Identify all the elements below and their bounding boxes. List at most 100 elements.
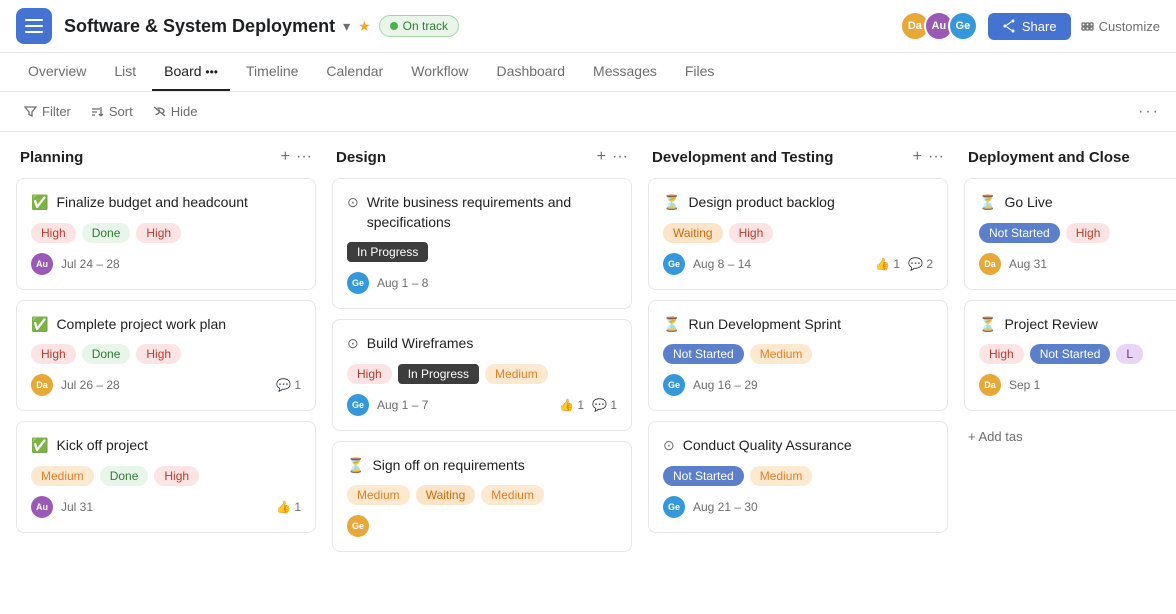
card-finalize-budget[interactable]: ✅ Finalize budget and headcount High Don…	[16, 178, 316, 290]
card-meta: Ge Aug 1 – 7	[347, 394, 428, 416]
sort-button[interactable]: Sort	[83, 100, 141, 123]
card-title: ⏳ Design product backlog	[663, 193, 933, 213]
card-date: Jul 26 – 28	[61, 378, 120, 392]
card-build-wireframes[interactable]: ⊙ Build Wireframes High In Progress Medi…	[332, 319, 632, 431]
card-interactions: 👍 1 💬 1	[559, 398, 617, 412]
nav-calendar[interactable]: Calendar	[314, 53, 395, 91]
more-column-design-icon[interactable]: ···	[612, 148, 628, 166]
card-meta: Au Jul 31	[31, 496, 93, 518]
card-run-dev-sprint[interactable]: ⏳ Run Development Sprint Not Started Med…	[648, 300, 948, 412]
card-meta: Au Jul 24 – 28	[31, 253, 120, 275]
customize-button[interactable]: Customize	[1081, 19, 1160, 34]
tag-medium: Medium	[750, 466, 813, 486]
tag-high: High	[979, 344, 1024, 364]
card-project-review[interactable]: ⏳ Project Review High Not Started L Da S…	[964, 300, 1176, 412]
card-date: Aug 31	[1009, 257, 1047, 271]
card-title: ⏳ Run Development Sprint	[663, 315, 933, 335]
card-design-product-backlog[interactable]: ⏳ Design product backlog Waiting High Ge…	[648, 178, 948, 290]
card-meta: Ge Aug 8 – 14	[663, 253, 751, 275]
nav-dashboard[interactable]: Dashboard	[485, 53, 578, 91]
chevron-down-icon[interactable]: ▾	[343, 18, 350, 35]
status-badge[interactable]: On track	[379, 15, 459, 37]
tag-waiting: Waiting	[416, 485, 476, 505]
avatar: Ge	[347, 394, 369, 416]
check-circle-icon: ✅	[31, 315, 48, 335]
hide-button[interactable]: Hide	[145, 100, 206, 123]
comment-count: 💬 2	[908, 257, 933, 271]
add-column-dev-icon[interactable]: +	[913, 148, 922, 166]
hourglass-icon: ⏳	[663, 315, 680, 335]
card-title: ⊙ Build Wireframes	[347, 334, 617, 354]
project-title: Software & System Deployment	[64, 16, 335, 37]
card-meta: Ge	[347, 515, 369, 537]
avatar: Au	[31, 496, 53, 518]
tag-high: High	[347, 364, 392, 384]
card-interactions: 👍 1 💬 2	[875, 257, 933, 271]
add-column-design-icon[interactable]: +	[597, 148, 606, 166]
nav-workflow[interactable]: Workflow	[399, 53, 480, 91]
avatar: Ge	[347, 515, 369, 537]
card-meta: Ge Aug 16 – 29	[663, 374, 758, 396]
column-title-deployment: Deployment and Close	[968, 149, 1130, 166]
more-column-dev-icon[interactable]: ···	[928, 148, 944, 166]
avatar: Ge	[663, 496, 685, 518]
card-meta: Ge Aug 21 – 30	[663, 496, 758, 518]
star-icon[interactable]: ★	[358, 18, 371, 35]
card-go-live[interactable]: ⏳ Go Live Not Started High Da Aug 31	[964, 178, 1176, 290]
menu-button[interactable]	[16, 8, 52, 44]
filter-label: Filter	[42, 104, 71, 119]
filter-button[interactable]: Filter	[16, 100, 79, 123]
card-sign-off-requirements[interactable]: ⏳ Sign off on requirements Medium Waitin…	[332, 441, 632, 553]
tag-medium: Medium	[347, 485, 410, 505]
circle-check-icon: ⊙	[663, 436, 675, 456]
nav-board[interactable]: Board •••	[152, 53, 230, 91]
nav-list[interactable]: List	[102, 53, 148, 91]
card-complete-work-plan[interactable]: ✅ Complete project work plan High Done H…	[16, 300, 316, 412]
nav-timeline[interactable]: Timeline	[234, 53, 310, 91]
tag-high: High	[729, 223, 774, 243]
avatar: Au	[31, 253, 53, 275]
hide-label: Hide	[171, 104, 198, 119]
column-header-dev: Development and Testing + ···	[648, 148, 948, 166]
add-task-button[interactable]: + Add tas	[964, 421, 1176, 452]
board-more-icon[interactable]: •••	[205, 65, 218, 79]
card-tags: High Not Started L	[979, 344, 1176, 364]
card-title: ✅ Complete project work plan	[31, 315, 301, 335]
card-date: Jul 24 – 28	[61, 257, 120, 271]
tag-high: High	[31, 344, 76, 364]
card-footer: Ge	[347, 515, 617, 537]
share-button[interactable]: Share	[988, 13, 1071, 40]
more-options-icon[interactable]: ···	[1138, 103, 1160, 120]
column-title-design: Design	[336, 149, 386, 166]
tag-high-2: High	[136, 344, 181, 364]
avatar-ge[interactable]: Ge	[948, 11, 978, 41]
more-column-planning-icon[interactable]: ···	[296, 148, 312, 166]
customize-label: Customize	[1099, 19, 1160, 34]
tag-done: Done	[82, 344, 131, 364]
card-conduct-qa[interactable]: ⊙ Conduct Quality Assurance Not Started …	[648, 421, 948, 533]
card-tags: Waiting High	[663, 223, 933, 243]
card-kick-off[interactable]: ✅ Kick off project Medium Done High Au J…	[16, 421, 316, 533]
nav-messages[interactable]: Messages	[581, 53, 669, 91]
tag-low: L	[1116, 344, 1143, 364]
column-dev-testing: Development and Testing + ··· ⏳ Design p…	[648, 148, 948, 570]
nav-files[interactable]: Files	[673, 53, 727, 91]
card-write-requirements[interactable]: ⊙ Write business requirements and specif…	[332, 178, 632, 309]
nav-overview[interactable]: Overview	[16, 53, 98, 91]
tag-not-started: Not Started	[663, 466, 744, 486]
card-title: ⊙ Write business requirements and specif…	[347, 193, 617, 232]
column-actions-planning: + ···	[281, 148, 312, 166]
hourglass-icon: ⏳	[663, 193, 680, 213]
card-meta: Ge Aug 1 – 8	[347, 272, 428, 294]
card-tags: Medium Done High	[31, 466, 301, 486]
card-tags: High Done High	[31, 223, 301, 243]
avatar-group: Da Au Ge	[900, 11, 978, 41]
tag-not-started: Not Started	[663, 344, 744, 364]
tag-medium: Medium	[485, 364, 548, 384]
column-header-design: Design + ···	[332, 148, 632, 166]
column-header-deployment: Deployment and Close + ···	[964, 148, 1176, 166]
hourglass-icon: ⏳	[979, 193, 996, 213]
add-column-planning-icon[interactable]: +	[281, 148, 290, 166]
avatar: Ge	[347, 272, 369, 294]
card-title: ⊙ Conduct Quality Assurance	[663, 436, 933, 456]
